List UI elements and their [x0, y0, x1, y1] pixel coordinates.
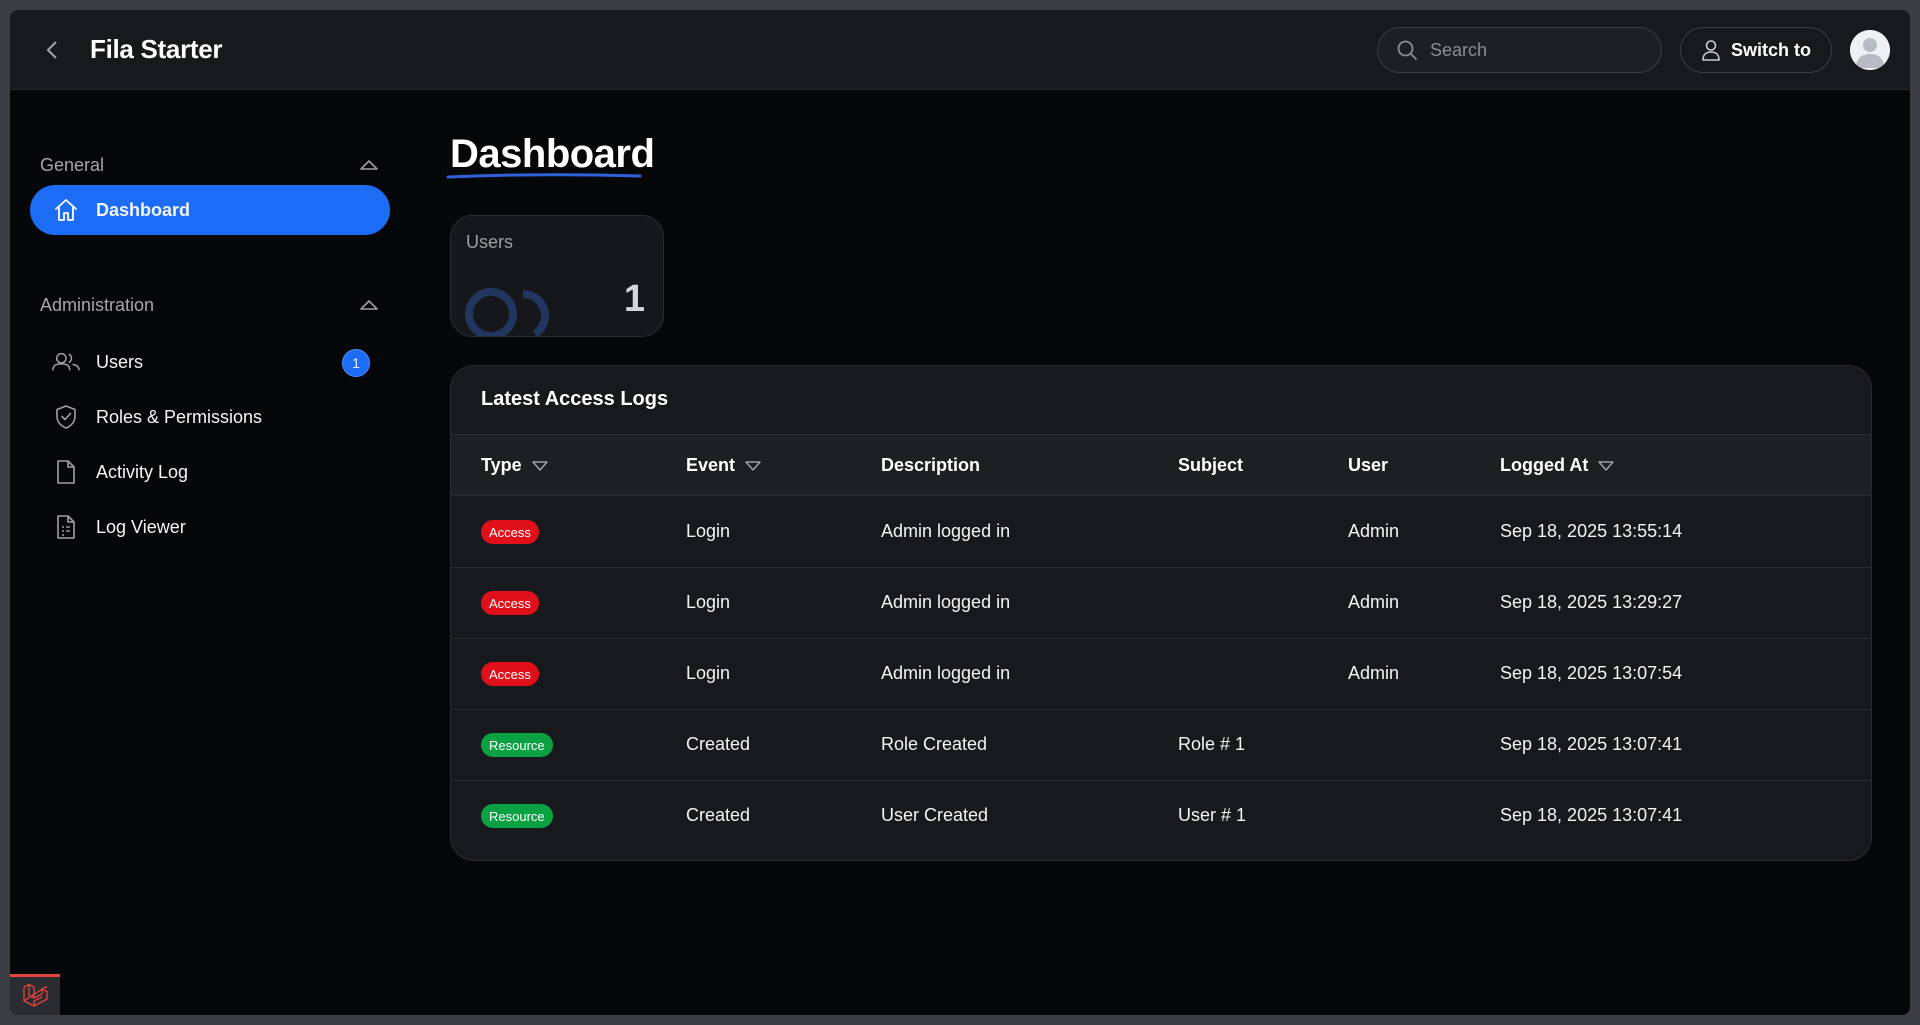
sidebar-item-label: Activity Log	[96, 461, 189, 482]
subject-cell: User # 1	[1178, 805, 1247, 825]
description-cell: User Created	[881, 805, 989, 825]
stat-value: 1	[623, 278, 645, 320]
column-header-subject: Subject	[1178, 455, 1243, 476]
home-icon	[52, 196, 80, 224]
event-cell: Login	[686, 521, 731, 541]
sidebar-item-label: Users	[96, 351, 144, 372]
sort-down-icon	[745, 460, 761, 471]
chevron-up-icon	[360, 160, 378, 170]
stat-label: Users	[466, 232, 514, 252]
search-input[interactable]	[1430, 39, 1650, 61]
type-badge: Access	[481, 591, 539, 615]
users-count-badge: 1	[342, 349, 370, 377]
table-row[interactable]: Access Login Admin logged in Admin Sep 1…	[451, 568, 1871, 639]
sidebar-item-users[interactable]: Users 1	[30, 337, 390, 387]
column-label: Type	[481, 455, 522, 475]
search-icon	[1397, 40, 1417, 60]
sidebar-item-label: Roles & Permissions	[96, 406, 263, 427]
user-cell: Admin	[1348, 521, 1400, 541]
type-badge: Resource	[481, 733, 553, 757]
user-avatar[interactable]	[1850, 30, 1890, 70]
users-icon	[465, 288, 550, 336]
sidebar-item-dashboard[interactable]: Dashboard	[30, 185, 390, 235]
laravel-logo-icon	[23, 983, 48, 1007]
description-cell: Admin logged in	[881, 521, 1011, 541]
logged-at-cell: Sep 18, 2025 13:07:54	[1500, 663, 1683, 683]
page-title: Dashboard	[450, 132, 655, 176]
column-header-event[interactable]: Event	[686, 455, 761, 476]
column-label: User	[1348, 455, 1389, 475]
user-cell: Admin	[1348, 592, 1400, 612]
app-window: Fila Starter Switch to General	[10, 10, 1910, 1015]
logged-at-cell: Sep 18, 2025 13:07:41	[1500, 734, 1683, 754]
logged-at-cell: Sep 18, 2025 13:29:27	[1500, 592, 1683, 612]
event-cell: Login	[686, 663, 731, 683]
switch-to-label: Switch to	[1731, 39, 1811, 60]
table-row[interactable]: Access Login Admin logged in Admin Sep 1…	[451, 497, 1871, 568]
type-badge: Access	[481, 662, 539, 686]
column-header-logged-at[interactable]: Logged At	[1500, 455, 1615, 476]
search-box[interactable]	[1377, 27, 1662, 73]
general-group-toggle[interactable]	[358, 154, 380, 176]
sidebar-item-activity-log[interactable]: Activity Log	[30, 447, 390, 497]
column-header-type[interactable]: Type	[481, 455, 548, 476]
user-cell: Admin	[1348, 663, 1400, 683]
stat-card-users: Users 1	[450, 215, 664, 337]
table-row[interactable]: Resource Created Role Created Role # 1 S…	[451, 710, 1871, 781]
app-title: Fila Starter	[90, 34, 223, 64]
administration-group-toggle[interactable]	[358, 294, 380, 316]
column-label: Description	[881, 455, 981, 475]
description-cell: Role Created	[881, 734, 988, 754]
chevron-left-icon	[46, 41, 57, 59]
document-list-icon	[52, 513, 80, 541]
logged-at-cell: Sep 18, 2025 13:55:14	[1500, 521, 1683, 541]
sidebar-item-log-viewer[interactable]: Log Viewer	[30, 502, 390, 552]
avatar-placeholder-icon	[1850, 30, 1890, 70]
sidebar-item-label: Dashboard	[96, 199, 191, 220]
chevron-up-icon	[360, 300, 378, 310]
title-underline-decoration	[446, 173, 642, 179]
description-cell: Admin logged in	[881, 592, 1011, 612]
event-cell: Created	[686, 805, 751, 825]
document-icon	[52, 458, 80, 486]
topbar: Fila Starter Switch to	[10, 10, 1910, 90]
type-badge: Resource	[481, 804, 553, 828]
subject-cell: Role # 1	[1178, 734, 1246, 754]
access-logs-table: Latest Access Logs Type Event Descriptio…	[450, 365, 1872, 861]
debugbar-toggle[interactable]	[10, 974, 60, 1015]
users-icon	[52, 348, 80, 376]
sidebar-item-roles-permissions[interactable]: Roles & Permissions	[30, 392, 390, 442]
sort-down-icon	[531, 460, 548, 471]
table-row[interactable]: Access Login Admin logged in Admin Sep 1…	[451, 639, 1871, 710]
event-cell: Created	[686, 734, 751, 754]
logged-at-cell: Sep 18, 2025 13:07:41	[1500, 805, 1683, 825]
user-icon	[1702, 40, 1720, 61]
event-cell: Login	[686, 592, 731, 612]
type-badge: Access	[481, 520, 539, 544]
description-cell: Admin logged in	[881, 663, 1011, 683]
sidebar-item-label: Log Viewer	[96, 516, 186, 537]
column-label: Event	[686, 455, 736, 475]
table-row[interactable]: Resource Created User Created User # 1 S…	[451, 781, 1871, 852]
collapse-sidebar-button[interactable]	[38, 36, 66, 64]
column-label: Subject	[1178, 455, 1244, 475]
switch-to-button[interactable]: Switch to	[1680, 27, 1832, 73]
column-header-description: Description	[881, 455, 980, 476]
column-label: Logged At	[1500, 455, 1589, 475]
table-title: Latest Access Logs	[481, 388, 669, 410]
sidebar-group-general: General	[40, 155, 105, 175]
column-header-user: User	[1348, 455, 1388, 476]
shield-check-icon	[52, 403, 80, 431]
sort-down-icon	[1598, 460, 1615, 471]
sidebar-group-administration: Administration	[40, 295, 155, 315]
table-header: Type Event Description Subject User Logg…	[451, 434, 1871, 496]
